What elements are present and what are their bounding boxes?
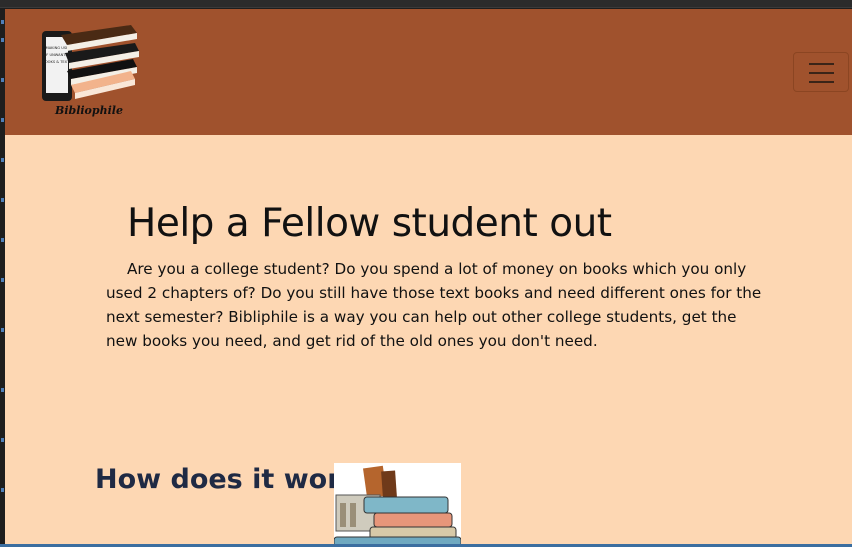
hero-title: Help a Fellow student out (127, 201, 612, 246)
svg-text:MAKING USE: MAKING USE (46, 46, 70, 50)
page-viewport: MAKING USE OF UNWANTED BOOKS & TEXTS Bib… (5, 9, 852, 544)
hamburger-bar (809, 81, 834, 83)
hamburger-menu-icon (809, 63, 834, 65)
stack-of-books-illustration (334, 463, 461, 544)
how-it-works-heading: How does it work? (95, 464, 375, 495)
svg-text:BOOKS & TEXTS: BOOKS & TEXTS (42, 60, 72, 64)
logo-wordmark: Bibliophile (54, 104, 123, 117)
hero-paragraph: Are you a college student? Do you spend … (106, 260, 762, 350)
bibliophile-logo-icon: MAKING USE OF UNWANTED BOOKS & TEXTS Bib… (42, 25, 139, 117)
navbar: MAKING USE OF UNWANTED BOOKS & TEXTS Bib… (5, 9, 852, 135)
hamburger-bar (809, 72, 834, 74)
editor-top-bar (0, 0, 852, 8)
navbar-toggle-button[interactable] (793, 52, 849, 92)
brand-logo[interactable]: MAKING USE OF UNWANTED BOOKS & TEXTS Bib… (39, 23, 141, 119)
